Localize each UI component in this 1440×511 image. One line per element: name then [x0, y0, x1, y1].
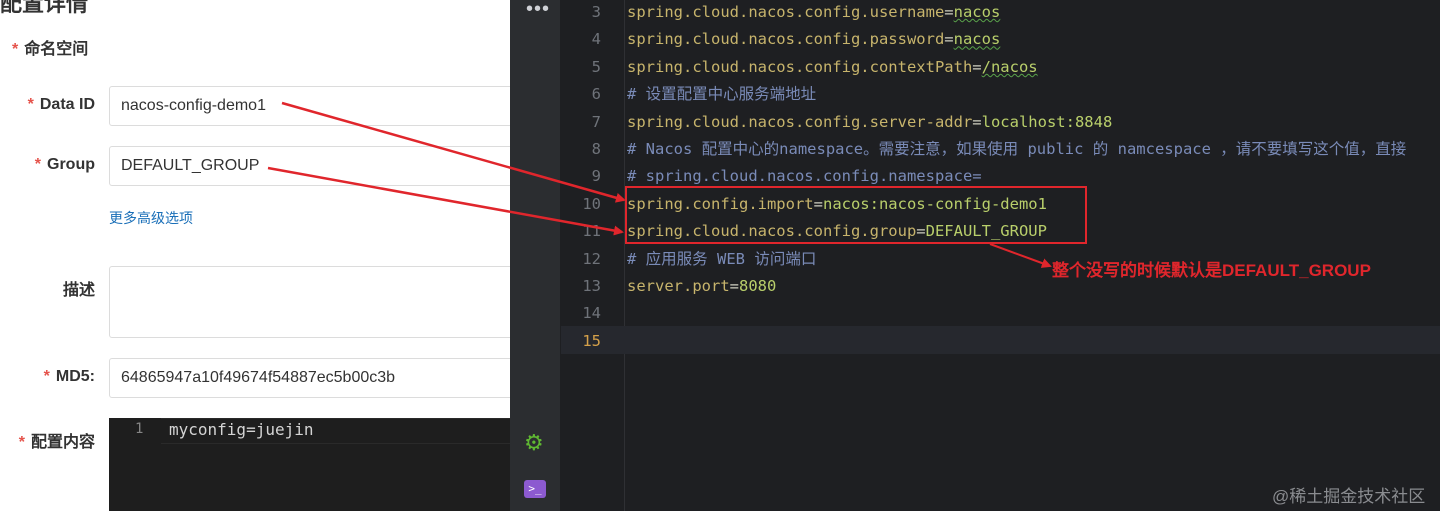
line-number: 10 [582, 194, 601, 213]
line-number: 4 [591, 30, 601, 49]
watermark: @稀土掘金技术社区 [1272, 487, 1426, 506]
property-value: localhost:8848 [981, 112, 1113, 131]
md5-label-text: MD5: [55, 368, 95, 385]
content-label-text: 配置内容 [30, 434, 95, 451]
group-label-text: Group [47, 156, 95, 173]
property-key: server.port [627, 277, 730, 295]
code-comment: # 设置配置中心服务端地址 [627, 85, 817, 104]
line-number: 7 [591, 112, 601, 131]
line-number: 13 [582, 277, 601, 295]
group-label: * Group [35, 156, 95, 174]
property-value: /nacos [981, 57, 1038, 76]
dataid-input[interactable]: nacos-config-demo1 [109, 86, 529, 126]
line-number: 5 [591, 57, 601, 76]
property-key: spring.cloud.nacos.config.contextPath [627, 57, 973, 76]
gear-icon[interactable]: ⚙ [524, 430, 544, 456]
code-comment: # Nacos 配置中心的namespace。需要注意，如果使用 public … [627, 140, 1407, 158]
config-content-editor[interactable]: 1 myconfig=juejin [109, 418, 529, 511]
code-text: spring.cloud.nacos.config.username=nacos [627, 0, 1000, 26]
more-dots-icon[interactable]: ••• [526, 0, 550, 21]
description-textarea[interactable] [109, 266, 529, 338]
line-number: 11 [582, 222, 601, 241]
required-mark: * [43, 368, 50, 385]
page-title: 配置详情 [0, 0, 89, 16]
line-number: 14 [582, 304, 601, 323]
property-value: nacos [953, 3, 1001, 21]
property-key: spring.cloud.nacos.config.password [627, 30, 945, 49]
required-mark: * [12, 41, 19, 58]
line-number: 12 [582, 249, 601, 268]
code-text: # Nacos 配置中心的namespace。需要注意，如果使用 public … [627, 135, 1406, 163]
code-text: spring.cloud.nacos.config.password=nacos [627, 25, 1000, 53]
dataid-label: * Data ID [28, 96, 95, 114]
equals-sign: = [972, 112, 982, 131]
code-text: # 设置配置中心服务端地址 [627, 80, 816, 108]
group-input[interactable]: DEFAULT_GROUP [109, 146, 529, 186]
property-key: spring.cloud.nacos.config.server-addr [627, 112, 973, 131]
equals-sign: = [972, 57, 982, 76]
tool-window-strip: ••• ⚙ >_ [510, 0, 561, 511]
property-value: 8080 [739, 277, 777, 295]
required-mark: * [34, 156, 41, 173]
dataid-label-text: Data ID [39, 96, 95, 113]
md5-input[interactable]: 64865947a10f49674f54887ec5b00c3b [109, 358, 529, 398]
code-text: spring.cloud.nacos.config.contextPath=/n… [627, 53, 1038, 81]
editor-line-text: myconfig=juejin [169, 420, 314, 439]
equals-sign: = [944, 30, 954, 49]
line-number: 15 [582, 331, 601, 350]
property-key: spring.cloud.nacos.config.username [627, 3, 945, 21]
current-line-highlight [561, 326, 1440, 354]
equals-sign: = [944, 3, 954, 21]
line-number: 6 [591, 85, 601, 104]
required-mark: * [18, 434, 25, 451]
property-value: nacos [953, 30, 1001, 49]
code-text: spring.cloud.nacos.config.server-addr=lo… [627, 108, 1112, 136]
config-form: 配置详情 * 命名空间 * Data ID nacos-config-demo1 *… [0, 0, 529, 511]
code-text: server.port=8080 [627, 272, 776, 300]
namespace-label-text: 命名空间 [24, 41, 89, 58]
code-comment: # 应用服务 WEB 访问端口 [627, 249, 817, 268]
line-number: 3 [591, 3, 601, 21]
terminal-icon[interactable]: >_ [524, 480, 546, 498]
line-number: 8 [591, 140, 601, 158]
advanced-options-link[interactable]: 更多高级选项 [109, 208, 193, 228]
line-number: 1 [135, 421, 144, 437]
code-text: # 应用服务 WEB 访问端口 [627, 245, 816, 273]
highlight-box [625, 186, 1087, 244]
line-number: 9 [591, 167, 601, 186]
md5-label: * MD5: [44, 368, 95, 386]
equals-sign: = [729, 277, 739, 295]
description-label: 描述 [62, 282, 95, 299]
code-comment: # spring.cloud.nacos.config.namespace= [627, 167, 982, 186]
required-mark: * [27, 96, 34, 113]
namespace-label: * 命名空间 [12, 35, 88, 59]
content-label: * 配置内容 [19, 428, 95, 452]
annotation-text: 整个没写的时候默认是DEFAULT_GROUP [1052, 261, 1371, 280]
